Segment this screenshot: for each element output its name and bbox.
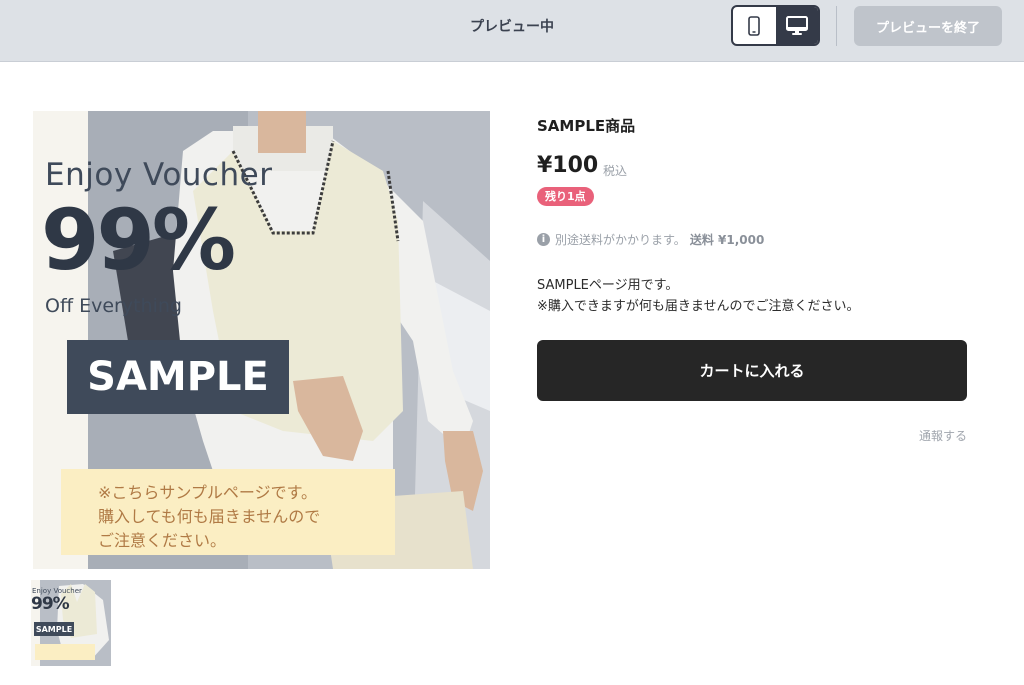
end-preview-button[interactable]: プレビューを終了 <box>854 6 1002 46</box>
thumbnail-sample-label: SAMPLE <box>35 624 73 634</box>
product-name: SAMPLE商品 <box>537 117 636 135</box>
product-main-image[interactable]: Enjoy Voucher 99% Off Everything SAMPLE … <box>33 111 490 569</box>
stock-badge: 残り1点 <box>537 187 594 206</box>
add-to-cart-button[interactable]: カートに入れる <box>537 340 967 401</box>
desktop-monitor-icon <box>785 15 808 35</box>
device-toggle <box>731 5 820 46</box>
banner-percent: 99% <box>41 191 236 289</box>
product-thumbnail[interactable]: Enjoy Voucher 99% SAMPLE <box>31 580 111 666</box>
banner-sample-box: SAMPLE <box>67 340 289 414</box>
banner-notice-line: ※こちらサンプルページです。 <box>98 483 318 502</box>
thumbnail-percent: 99% <box>31 594 70 614</box>
shipping-fee: 送料 ¥1,000 <box>689 233 765 247</box>
product-description: SAMPLEページ用です。 ※購入できますが何も届きませんのでご注意ください。 <box>537 275 860 317</box>
shipping-note: i 別途送料がかかります。 送料 ¥1,000 <box>537 231 764 248</box>
description-line: SAMPLEページ用です。 <box>537 278 679 293</box>
tax-label: 税込 <box>603 164 628 178</box>
topbar-divider <box>836 6 837 46</box>
banner-sample-label: SAMPLE <box>87 354 269 400</box>
report-link[interactable]: 通報する <box>919 427 967 444</box>
mobile-view-button[interactable] <box>733 7 776 44</box>
shipping-note-text: 別途送料がかかります。 <box>555 233 686 247</box>
banner-headline: Enjoy Voucher <box>45 157 273 193</box>
mobile-device-icon <box>748 15 761 36</box>
thumbnail-sample-box: SAMPLE <box>34 622 74 636</box>
banner-subline: Off Everything <box>45 295 182 317</box>
banner-notice: ※こちらサンプルページです。 購入しても何も届きませんので ご注意ください。 <box>61 469 395 555</box>
info-circle-icon: i <box>537 233 550 246</box>
description-line: ※購入できますが何も届きませんのでご注意ください。 <box>537 299 860 314</box>
banner-notice-line: 購入しても何も届きませんので <box>98 507 321 526</box>
desktop-view-button[interactable] <box>775 7 818 44</box>
preview-topbar: プレビュー中 プレビューを終了 <box>0 0 1024 62</box>
banner-notice-line: ご注意ください。 <box>98 531 227 550</box>
product-price: ¥100 <box>537 153 599 178</box>
